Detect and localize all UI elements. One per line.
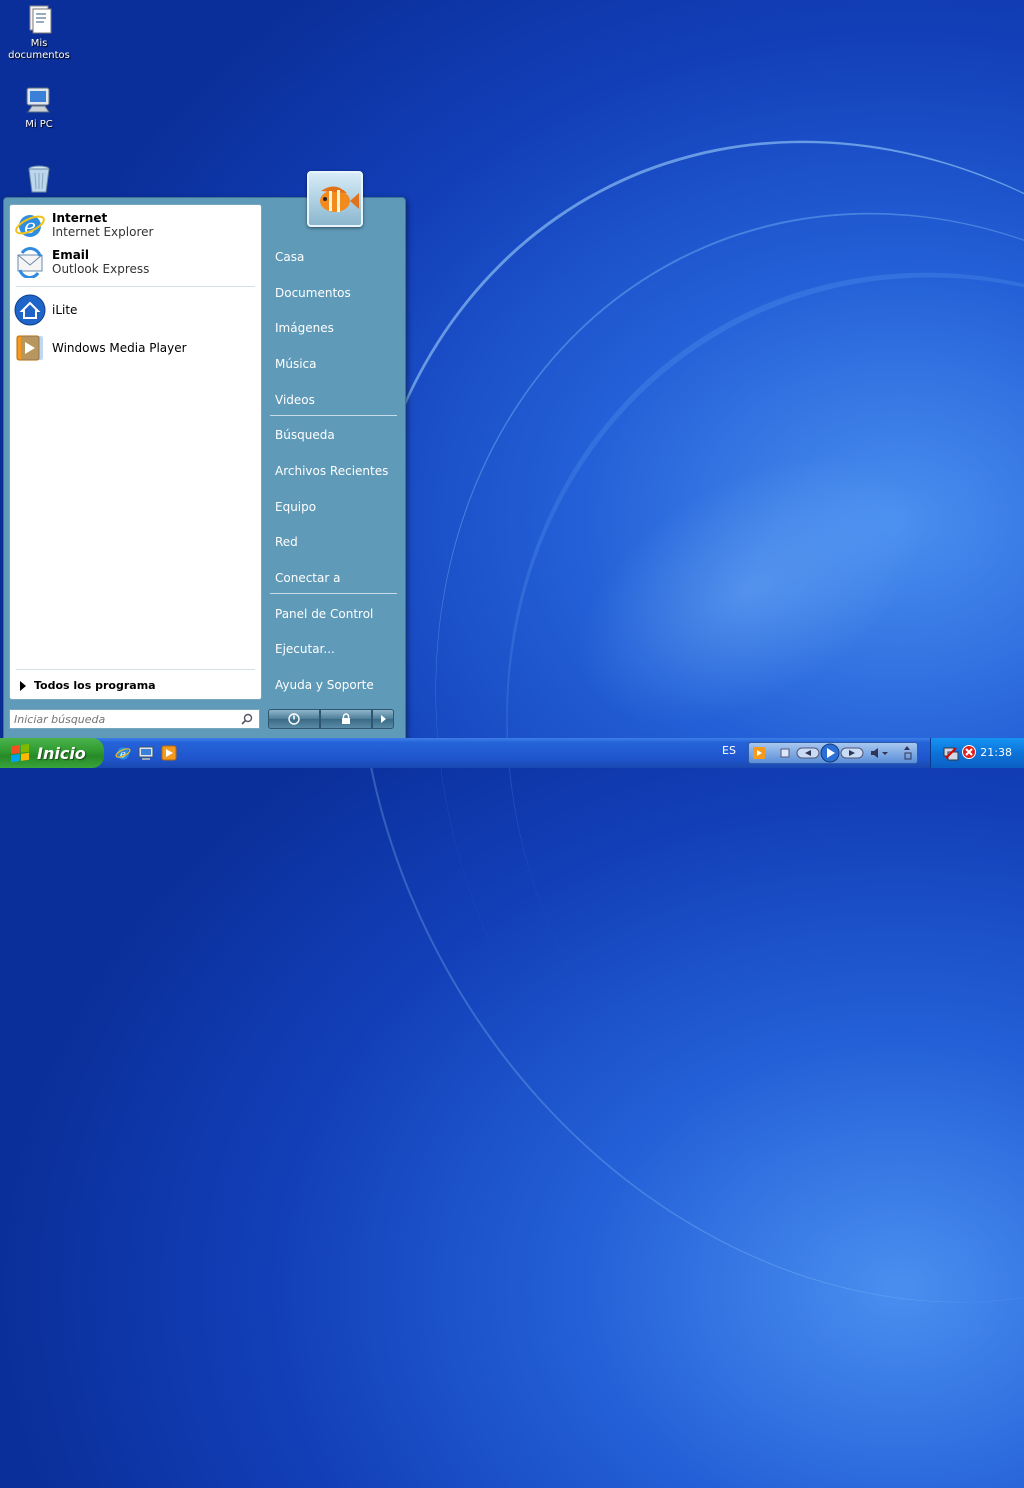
menu-separator (270, 415, 397, 416)
media-controls (753, 743, 912, 763)
volume-icon[interactable] (871, 748, 888, 758)
search-input[interactable] (10, 710, 238, 728)
all-programs-label: Todos los programa (34, 679, 156, 692)
quicklaunch-show-desktop-icon[interactable] (138, 745, 154, 761)
place-imagenes[interactable]: Imágenes (275, 321, 334, 335)
start-menu: e Internet Internet Explorer Email Outlo… (3, 171, 406, 740)
arrow-right-icon (20, 680, 26, 691)
recent-program-label: iLite (52, 303, 78, 317)
recent-ilite[interactable]: iLite (14, 293, 77, 327)
place-archivos-recientes[interactable]: Archivos Recientes (275, 464, 388, 478)
user-picture[interactable] (307, 171, 363, 227)
start-button-label: Inicio (37, 743, 86, 763)
place-conectar-a[interactable]: Conectar a (275, 571, 340, 585)
play-icon[interactable] (820, 743, 840, 763)
search-icon[interactable] (241, 713, 253, 725)
media-player-icon (14, 332, 46, 364)
computer-icon (23, 84, 55, 116)
recent-program-label: Windows Media Player (52, 341, 187, 355)
media-player-icon[interactable] (753, 747, 765, 759)
lock-icon (342, 713, 350, 724)
restore-player-icon[interactable] (904, 746, 912, 760)
quicklaunch-media-player-icon[interactable] (161, 745, 177, 761)
pinned-outlook-express[interactable]: Email Outlook Express (14, 245, 149, 279)
previous-icon[interactable] (796, 747, 820, 759)
menu-separator (16, 286, 255, 287)
place-ayuda-y-soporte[interactable]: Ayuda y Soporte (275, 678, 374, 692)
place-casa[interactable]: Casa (275, 250, 304, 264)
pinned-internet-explorer[interactable]: e Internet Internet Explorer (14, 208, 153, 242)
documents-folder-icon (23, 3, 55, 35)
clock[interactable]: 21:38 (980, 746, 1012, 759)
place-equipo[interactable]: Equipo (275, 500, 316, 514)
desktop-icon-my-documents[interactable]: Mis documentos (3, 3, 75, 62)
desktop-icon-recycle-bin[interactable] (3, 163, 75, 198)
desktop-icon-my-pc[interactable]: Mi PC (3, 84, 75, 131)
desktop-icon-label: Mis documentos (8, 38, 70, 61)
outlook-express-icon (14, 246, 46, 279)
start-search-box[interactable] (9, 709, 260, 729)
shutdown-button[interactable] (268, 709, 320, 729)
next-icon[interactable] (840, 747, 864, 759)
desktop-icon-label: Mi PC (25, 119, 53, 130)
arrow-right-icon (381, 715, 386, 723)
wallpaper-glow (530, 399, 970, 781)
place-videos[interactable]: Videos (275, 393, 315, 407)
place-ejecutar[interactable]: Ejecutar... (275, 642, 335, 656)
place-busqueda[interactable]: Búsqueda (275, 428, 335, 442)
fish-avatar-icon (320, 186, 359, 212)
internet-explorer-icon: e (14, 209, 46, 241)
quicklaunch-internet-explorer-icon[interactable]: e (115, 745, 131, 761)
pinned-subtitle: Outlook Express (52, 262, 150, 276)
menu-separator (270, 593, 397, 594)
language-indicator[interactable]: ES (722, 744, 736, 757)
menu-separator (16, 669, 255, 670)
all-programs-button[interactable]: Todos los programa (20, 679, 156, 692)
power-buttons (268, 709, 394, 729)
ilite-home-icon (14, 294, 46, 326)
system-tray: 21:38 (930, 738, 1024, 768)
media-player-toolbar (748, 742, 918, 764)
windows-flag-icon (11, 743, 29, 763)
security-alert-icon[interactable] (962, 745, 976, 759)
start-button[interactable]: Inicio (0, 738, 104, 768)
pinned-subtitle: Internet Explorer (52, 225, 154, 239)
place-panel-de-control[interactable]: Panel de Control (275, 607, 373, 621)
place-musica[interactable]: Música (275, 357, 317, 371)
network-disconnected-icon[interactable] (943, 745, 959, 761)
pinned-title: Internet (52, 211, 108, 225)
pinned-title: Email (52, 248, 90, 262)
power-options-button[interactable] (372, 709, 394, 729)
taskbar: Inicio e ES 21:38 (0, 738, 1024, 768)
place-red[interactable]: Red (275, 535, 298, 549)
recent-windows-media-player[interactable]: Windows Media Player (14, 331, 187, 365)
place-documentos[interactable]: Documentos (275, 286, 351, 300)
start-menu-programs-pane: e Internet Internet Explorer Email Outlo… (9, 204, 262, 700)
lock-button[interactable] (320, 709, 372, 729)
stop-icon[interactable] (780, 748, 790, 758)
power-icon (288, 713, 300, 725)
recycle-bin-icon (23, 163, 55, 195)
